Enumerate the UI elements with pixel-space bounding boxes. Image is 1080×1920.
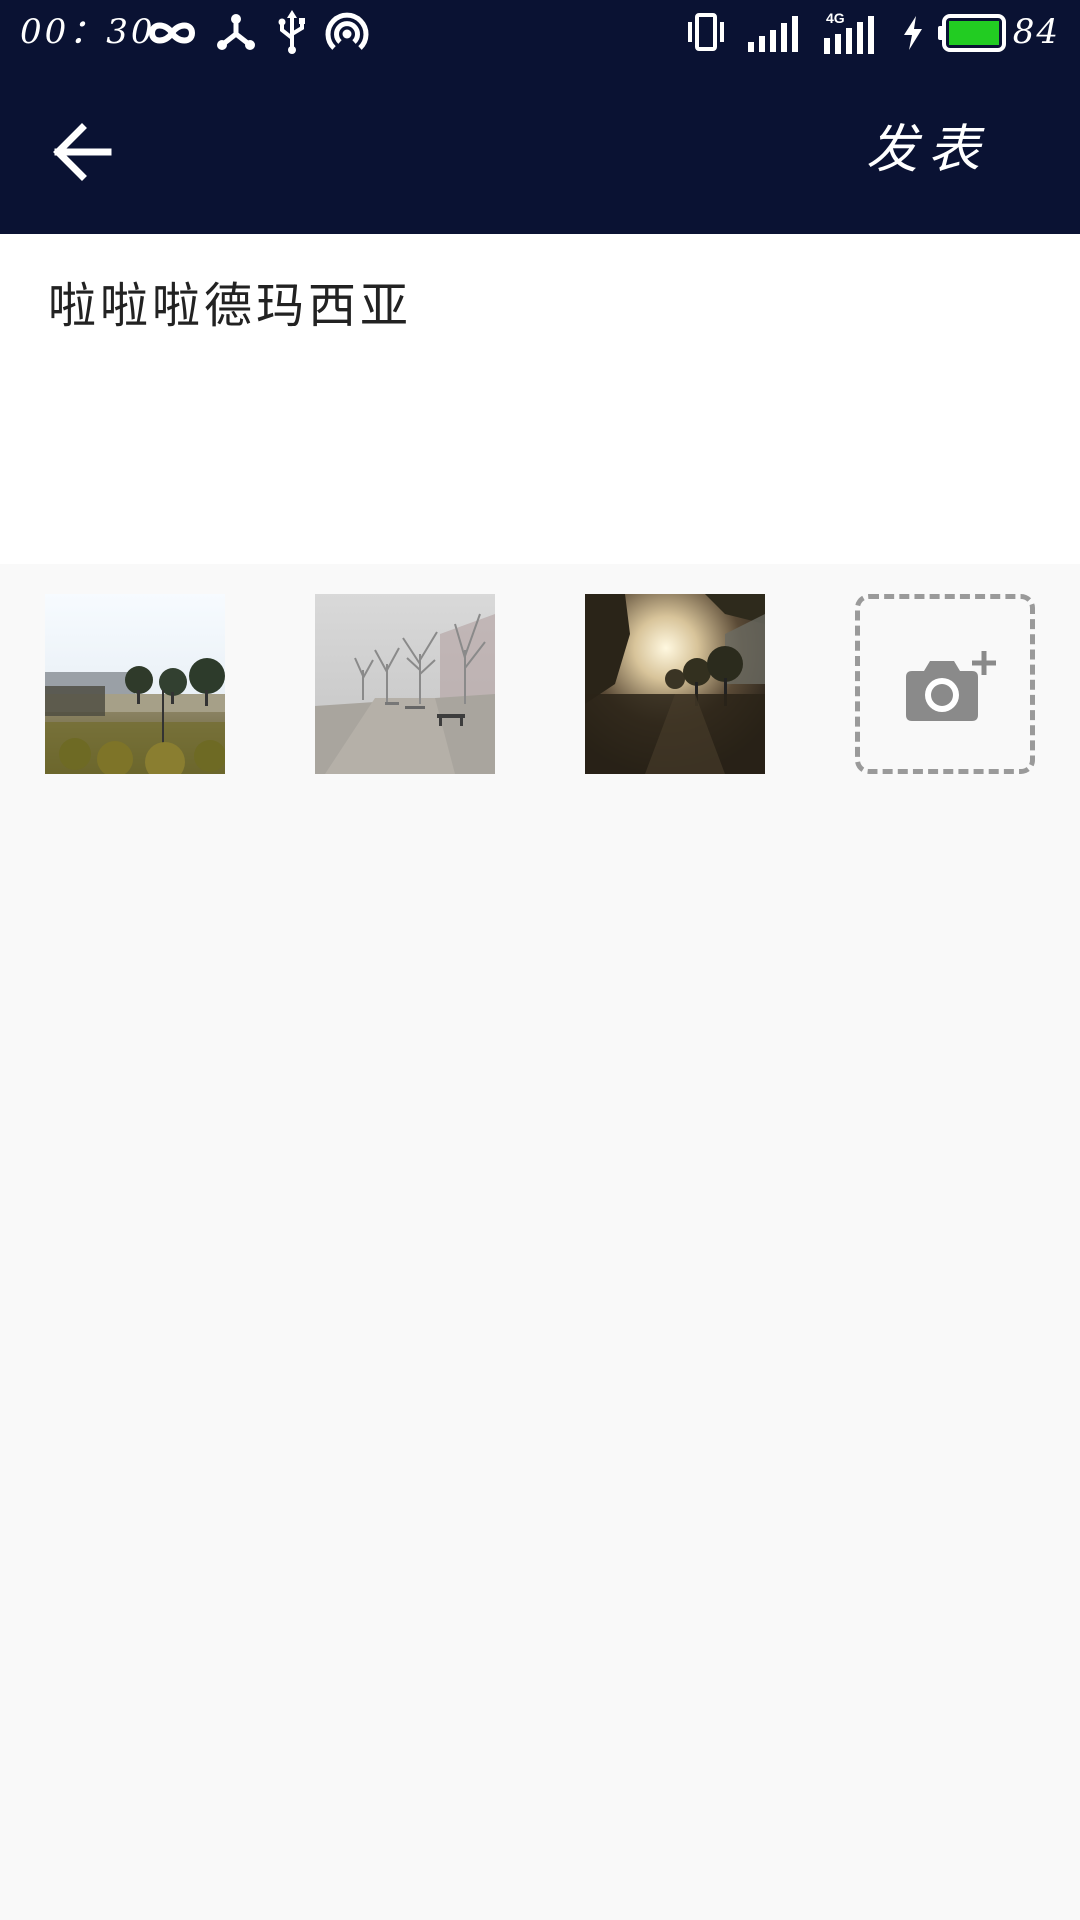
charging-bolt-icon [904, 16, 922, 50]
photo-2-image [315, 594, 495, 774]
post-text-input[interactable]: 啦啦啦德玛西亚 [48, 276, 1038, 336]
app-bar: 发表 [0, 66, 1080, 234]
photo-3[interactable] [585, 594, 765, 774]
signal-icon [748, 16, 798, 52]
post-text-area[interactable]: 啦啦啦德玛西亚 [0, 234, 1080, 564]
status-bar: 00：30 4G 84 [0, 0, 1080, 66]
photo-1[interactable] [45, 594, 225, 774]
photo-1-image [45, 594, 225, 774]
hotspot-icon [325, 12, 369, 50]
vibrate-icon [688, 13, 724, 51]
photo-2[interactable] [315, 594, 495, 774]
battery-level-text: 84 [1012, 12, 1060, 52]
publish-button[interactable]: 发表 [866, 116, 990, 184]
infinity-icon [148, 22, 196, 44]
add-photo-button[interactable] [855, 594, 1035, 774]
share-nodes-icon [217, 14, 255, 50]
signal-4g-icon: 4G [824, 10, 884, 54]
status-time: 00：30 [20, 12, 156, 52]
usb-icon [278, 10, 305, 54]
camera-add-icon [906, 651, 996, 721]
photo-3-image [585, 594, 765, 774]
battery-icon [938, 14, 1006, 52]
arrow-left-icon [53, 123, 112, 181]
back-button[interactable] [50, 120, 120, 184]
battery-fill [949, 21, 999, 45]
